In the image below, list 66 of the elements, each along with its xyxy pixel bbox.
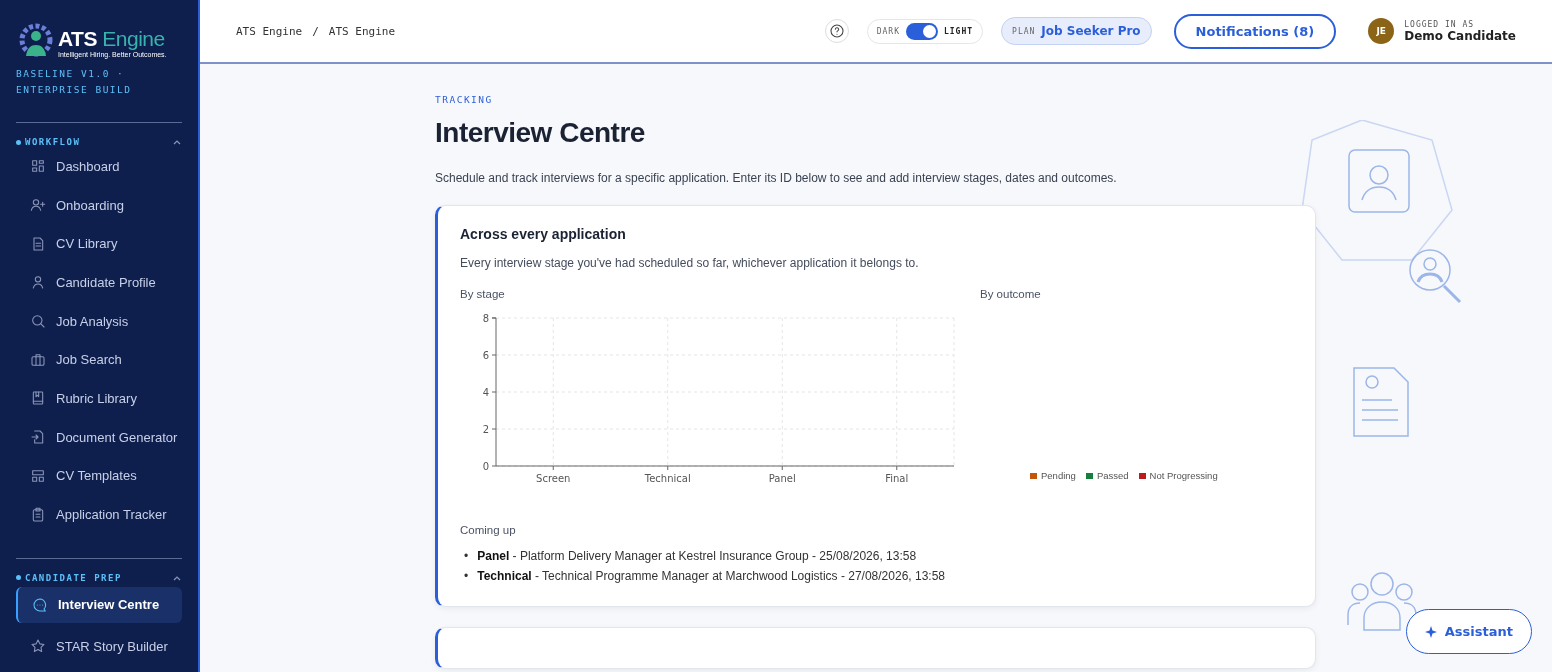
- theme-switch[interactable]: [906, 22, 938, 40]
- bullet: •: [464, 548, 469, 565]
- bullet: •: [464, 568, 469, 585]
- page-title: Interview Centre: [435, 117, 646, 149]
- sidebar-item[interactable]: Document Generator: [16, 417, 182, 457]
- card-subtitle: Every interview stage you've had scheduled so far, whichever application it belongs to.: [460, 256, 920, 270]
- breadcrumb-link[interactable]: ATS Engine: [236, 24, 303, 38]
- chat-icon: [32, 596, 48, 613]
- user-plus-icon: [30, 197, 46, 214]
- chart-title: By stage: [460, 288, 506, 300]
- build-label: BASELINE V1.0 · ENTERPRISE BUILD: [16, 67, 133, 97]
- light-label: LIGHT: [944, 26, 974, 36]
- sidebar-item[interactable]: CV Templates: [16, 456, 182, 496]
- document-icon: [30, 235, 46, 252]
- bookmark-book-icon: [30, 390, 46, 407]
- sidebar-item[interactable]: Dashboard: [16, 147, 182, 186]
- sidebar-item[interactable]: Rubric Library: [16, 379, 182, 418]
- briefcase-icon: [30, 351, 46, 368]
- notifications-button[interactable]: Notifications (8): [1173, 13, 1337, 49]
- sidebar-item[interactable]: Candidate Profile: [16, 263, 182, 302]
- user-icon: [30, 274, 46, 291]
- x-tick-label: Technical: [644, 473, 691, 484]
- clipboard-icon: [30, 506, 46, 523]
- coming-up-heading: Coming up: [460, 524, 517, 536]
- grid-icon: [30, 158, 46, 175]
- legend-label: Pending: [1041, 470, 1076, 481]
- page-description: Schedule and track interviews for a specific application. Enter its ID below to see and add interview stages, dates and outcomes.: [435, 171, 1118, 185]
- plan-label: PLAN: [1012, 26, 1036, 36]
- upcoming-interview: Technical - Technical Programme Manager at Marchwood Logistics - 27/08/2026, 13:58: [477, 568, 945, 585]
- x-tick-label: Final: [885, 473, 909, 484]
- y-tick-label: 4: [482, 387, 489, 398]
- x-tick-label: Panel: [768, 473, 796, 484]
- page-eyebrow: TRACKING: [435, 94, 494, 105]
- dark-label: DARK: [876, 26, 900, 36]
- x-tick-label: Screen: [536, 473, 571, 484]
- y-tick-label: 2: [482, 424, 489, 435]
- breadcrumb-separator: /: [312, 24, 319, 38]
- user-caption: LOGGED IN AS: [1404, 19, 1476, 29]
- sidebar-item[interactable]: CV Library: [16, 224, 182, 264]
- y-tick-label: 6: [482, 350, 489, 361]
- upcoming-interview: Panel - Platform Delivery Manager at Kestrel Insurance Group - 25/08/2026, 13:58: [477, 548, 917, 565]
- sidebar-item[interactable]: Interview Centre: [16, 586, 182, 623]
- user-name: Demo Candidate: [1404, 28, 1516, 43]
- sidebar-item[interactable]: Application Tracker: [16, 495, 182, 534]
- legend-label: Passed: [1096, 470, 1129, 481]
- legend-label: Not Progressing: [1149, 470, 1218, 481]
- section-heading[interactable]: CANDIDATE PREP: [16, 572, 122, 583]
- chart-title: By outcome: [980, 288, 1042, 300]
- card-title: Across every application: [460, 226, 627, 242]
- search-icon: [30, 313, 46, 330]
- sidebar-item[interactable]: Onboarding: [16, 185, 182, 225]
- sidebar-item[interactable]: Job Analysis: [16, 301, 182, 341]
- avatar[interactable]: JE: [1368, 18, 1395, 44]
- layout-icon: [30, 467, 46, 484]
- star-icon: [30, 638, 46, 655]
- brand-name: ATS Engine: [58, 26, 166, 51]
- file-import-icon: [30, 429, 46, 446]
- y-tick-label: 0: [482, 461, 489, 472]
- assistant-button[interactable]: Assistant: [1405, 609, 1532, 654]
- sidebar-item[interactable]: Job Search: [16, 340, 182, 380]
- plan-name: Job Seeker Pro: [1041, 24, 1141, 38]
- sparkle-icon: [1424, 625, 1437, 638]
- section-heading[interactable]: WORKFLOW: [16, 137, 81, 147]
- y-tick-label: 8: [482, 313, 489, 324]
- breadcrumb-current: ATS Engine: [328, 24, 396, 38]
- sidebar-item[interactable]: STAR Story Builder: [16, 626, 182, 666]
